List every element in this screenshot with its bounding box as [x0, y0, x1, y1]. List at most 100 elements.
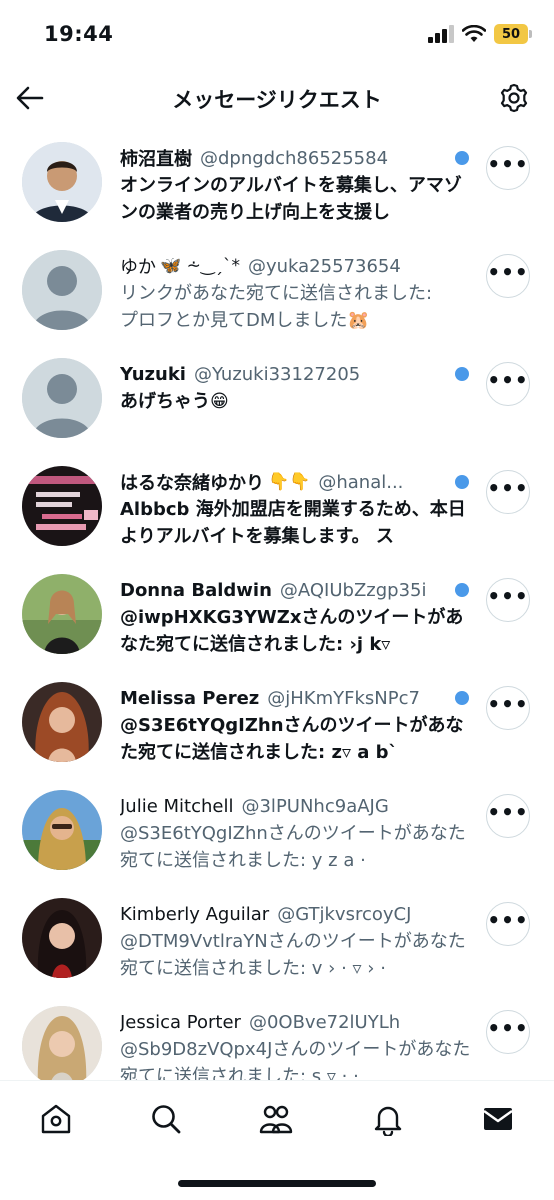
sender-name-emoji: 👇👇 [268, 472, 311, 492]
message-preview[interactable]: Jessica Porter @0OBve72lUYLh @Sb9D8zVQpx4J… [120, 1008, 472, 1081]
avatar[interactable] [22, 898, 102, 978]
more-options-button[interactable]: ••• [486, 146, 530, 190]
avatar[interactable] [22, 466, 102, 546]
home-icon [41, 1104, 71, 1134]
message-preview[interactable]: ゆか 🦋 ⩪‿ˏˋ* @yuka25573654 リンクがあなた宛てに送信されました:… [120, 252, 472, 334]
message-preview[interactable]: Julie Mitchell @3lPUNhc9aAJG @S3E6tYQgIZhn… [120, 792, 472, 874]
more-icon: ••• [487, 584, 529, 608]
more-icon: ••• [487, 152, 529, 176]
message-text: あげちゃう😁 [120, 391, 229, 412]
unread-indicator [455, 691, 469, 705]
sender-handle: @Yuzuki33127205 [193, 363, 361, 385]
sender-name: はるな奈緒ゆかり [120, 473, 264, 494]
search-icon [152, 1105, 181, 1134]
unread-indicator [455, 475, 469, 489]
sender-name: Jessica Porter [120, 1011, 241, 1033]
more-icon: ••• [487, 800, 529, 824]
sender-line: はるな奈緒ゆかり 👇👇 @hanal... [120, 468, 472, 496]
status-indicators: 50 [428, 24, 532, 44]
communities-icon [259, 1105, 293, 1134]
more-options-button[interactable]: ••• [486, 254, 530, 298]
unread-indicator [455, 367, 469, 381]
header: メッセージリクエスト [0, 68, 554, 130]
message-text: オンラインのアルバイトを募集し、アマゾンの業者の売り上げ向上を支援し [120, 175, 462, 223]
nav-search[interactable] [146, 1099, 186, 1139]
nav-home[interactable] [36, 1099, 76, 1139]
more-icon: ••• [487, 692, 529, 716]
avatar[interactable] [22, 358, 102, 438]
sender-name: ゆか [120, 257, 156, 278]
message-preview[interactable]: 柿沼直樹 @dpngdch86525584 オンラインのアルバイトを募集し、アマゾン… [120, 144, 472, 226]
list-item[interactable]: はるな奈緒ゆかり 👇👇 @hanal... Albbcb 海外加盟店を開業するため、本… [0, 454, 554, 562]
nav-communities[interactable] [256, 1099, 296, 1139]
more-options-button[interactable]: ••• [486, 902, 530, 946]
sender-handle: @jHKmYFksNPc7 [267, 687, 420, 709]
sender-name-emoji: 🦋 ⩪‿ˏˋ* [160, 256, 240, 276]
list-item[interactable]: ゆか 🦋 ⩪‿ˏˋ* @yuka25573654 リンクがあなた宛てに送信されました:… [0, 238, 554, 346]
sender-name: 柿沼直樹 [120, 149, 192, 170]
list-item[interactable]: 柿沼直樹 @dpngdch86525584 オンラインのアルバイトを募集し、アマゾン… [0, 130, 554, 238]
unread-indicator [455, 583, 469, 597]
sender-handle: @hanal... [318, 471, 404, 493]
messages-icon [483, 1108, 513, 1130]
sender-line: Jessica Porter @0OBve72lUYLh [120, 1008, 472, 1036]
unread-indicator [455, 151, 469, 165]
message-text: リンクがあなた宛てに送信されました: プロフとか見てDMしました🐹 [120, 283, 433, 331]
message-preview[interactable]: Kimberly Aguilar @GTjkvsrcoyCJ @DTM9Vvtlra… [120, 900, 472, 982]
avatar[interactable] [22, 574, 102, 654]
list-item[interactable]: Jessica Porter @0OBve72lUYLh @Sb9D8zVQpx4J… [0, 994, 554, 1080]
more-options-button[interactable]: ••• [486, 470, 530, 514]
sender-line: ゆか 🦋 ⩪‿ˏˋ* @yuka25573654 [120, 252, 472, 280]
message-preview[interactable]: はるな奈緒ゆかり 👇👇 @hanal... Albbcb 海外加盟店を開業するため、本… [120, 468, 472, 550]
status-bar: 19:44 50 [0, 0, 554, 68]
status-time: 19:44 [44, 22, 114, 46]
sender-handle: @dpngdch86525584 [200, 147, 389, 169]
sender-handle: @AQIUbZzgp35i [279, 579, 427, 601]
page-title: メッセージリクエスト [172, 88, 382, 112]
battery-indicator: 50 [494, 24, 532, 44]
list-item[interactable]: Kimberly Aguilar @GTjkvsrcoyCJ @DTM9Vvtlra… [0, 886, 554, 994]
avatar[interactable] [22, 682, 102, 762]
message-text: @DTM9VvtlraYNさんのツイートがあなた宛てに送信されました: v › … [120, 931, 466, 979]
more-options-button[interactable]: ••• [486, 1010, 530, 1054]
avatar[interactable] [22, 250, 102, 330]
message-preview[interactable]: Yuzuki @Yuzuki33127205 あげちゃう😁 [120, 360, 472, 415]
more-icon: ••• [487, 368, 529, 392]
message-request-list: 柿沼直樹 @dpngdch86525584 オンラインのアルバイトを募集し、アマゾン… [0, 130, 554, 1080]
avatar[interactable] [22, 1006, 102, 1080]
message-text: Albbcb 海外加盟店を開業するため、本日よりアルバイトを募集します。 ス [120, 499, 466, 547]
nav-notifications[interactable] [368, 1099, 408, 1139]
gear-icon [500, 83, 528, 113]
message-text: @S3E6tYQgIZhnさんのツイートがあなた宛てに送信されました: z▿ a… [120, 715, 464, 763]
list-item[interactable]: Julie Mitchell @3lPUNhc9aAJG @S3E6tYQgIZhn… [0, 778, 554, 886]
sender-handle: @0OBve72lUYLh [248, 1011, 401, 1033]
message-preview[interactable]: Melissa Perez @jHKmYFksNPc7 @S3E6tYQgIZhnさ… [120, 684, 472, 766]
sender-line: Julie Mitchell @3lPUNhc9aAJG [120, 792, 472, 820]
home-indicator [178, 1180, 376, 1187]
sender-line: Yuzuki @Yuzuki33127205 [120, 360, 472, 388]
list-item[interactable]: Yuzuki @Yuzuki33127205 あげちゃう😁 ••• [0, 346, 554, 454]
sender-name: Kimberly Aguilar [120, 903, 270, 925]
message-preview[interactable]: Donna Baldwin @AQIUbZzgp35i @iwpHXKG3YWZxさ… [120, 576, 472, 658]
list-item[interactable]: Donna Baldwin @AQIUbZzgp35i @iwpHXKG3YWZxさ… [0, 562, 554, 670]
more-options-button[interactable]: ••• [486, 578, 530, 622]
more-options-button[interactable]: ••• [486, 686, 530, 730]
sender-handle: @yuka25573654 [247, 255, 401, 277]
sender-handle: @3lPUNhc9aAJG [241, 795, 389, 817]
sender-line: Melissa Perez @jHKmYFksNPc7 [120, 684, 472, 712]
more-options-button[interactable]: ••• [486, 794, 530, 838]
more-icon: ••• [487, 260, 529, 284]
avatar[interactable] [22, 142, 102, 222]
message-text: @S3E6tYQgIZhnさんのツイートがあなた宛てに送信されました: y z … [120, 823, 466, 871]
sender-handle: @GTjkvsrcoyCJ [277, 903, 412, 925]
message-text: @iwpHXKG3YWZxさんのツイートがあなた宛てに送信されました: ›j k… [120, 607, 464, 655]
avatar[interactable] [22, 790, 102, 870]
message-text: @Sb9D8zVQpx4Jさんのツイートがあなた宛てに送信されました: s ▿ … [120, 1039, 471, 1080]
settings-button[interactable] [498, 82, 530, 114]
nav-messages[interactable] [478, 1099, 518, 1139]
list-item[interactable]: Melissa Perez @jHKmYFksNPc7 @S3E6tYQgIZhnさ… [0, 670, 554, 778]
sender-name: Julie Mitchell [120, 795, 234, 817]
notifications-icon [374, 1106, 402, 1136]
more-options-button[interactable]: ••• [486, 362, 530, 406]
sender-line: Donna Baldwin @AQIUbZzgp35i [120, 576, 472, 604]
